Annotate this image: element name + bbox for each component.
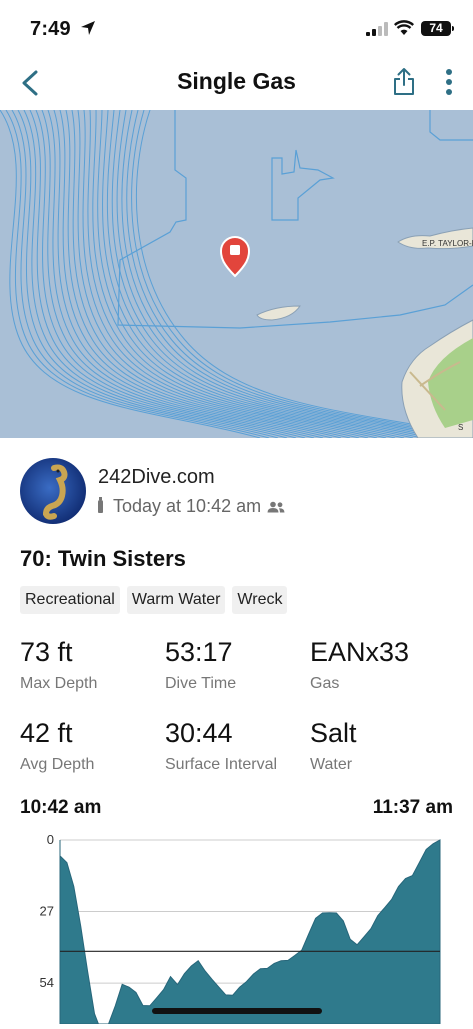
nav-bar: Single Gas <box>0 56 473 110</box>
map-place-label: E.P. TAYLOR-D <box>422 239 473 248</box>
stat-value: EANx33 <box>310 637 410 667</box>
location-arrow-icon <box>81 21 95 35</box>
profile-end-time: 11:37 am <box>372 797 453 818</box>
dive-date: Today at 10:42 am <box>113 496 262 516</box>
stat-value: Salt <box>310 718 357 748</box>
y-tick-label: 54 <box>40 975 54 990</box>
dive-title: 70: Twin Sisters <box>20 546 186 571</box>
avatar[interactable] <box>20 458 86 524</box>
buddies-icon <box>267 501 285 513</box>
tag-wreck[interactable]: Wreck <box>232 586 288 614</box>
wifi-icon <box>394 20 414 35</box>
stat-label: Max Depth <box>20 675 98 692</box>
dive-site-map[interactable]: E.P. TAYLOR-D S <box>0 110 473 438</box>
tag-recreational[interactable]: Recreational <box>20 586 120 614</box>
home-indicator <box>152 1008 322 1014</box>
stat-value: 73 ft <box>20 637 73 667</box>
status-time: 7:49 <box>30 18 71 40</box>
depth-profile-chart[interactable]: 0 27 54 <box>0 826 473 1029</box>
island-small <box>256 305 301 321</box>
y-tick-label: 27 <box>40 904 54 919</box>
stat-water: Salt Water <box>310 718 357 774</box>
stat-surface-interval: 30:44 Surface Interval <box>165 718 277 774</box>
contour-line <box>111 110 441 438</box>
more-options-icon[interactable] <box>444 68 454 96</box>
stat-gas: EANx33 Gas <box>310 637 409 693</box>
stat-dive-time: 53:17 Dive Time <box>165 637 236 693</box>
stat-value: 30:44 <box>165 718 233 748</box>
depth-area <box>59 839 441 1029</box>
stat-value: 53:17 <box>165 637 233 667</box>
stat-label: Dive Time <box>165 675 237 692</box>
stat-label: Gas <box>310 675 340 692</box>
profile-start-time: 10:42 am <box>20 797 102 818</box>
stat-avg-depth: 42 ft Avg Depth <box>20 718 94 774</box>
contour-line <box>102 110 423 438</box>
y-tick-label: 0 <box>47 832 54 847</box>
map-corner-label: S <box>458 423 463 432</box>
stat-max-depth: 73 ft Max Depth <box>20 637 97 693</box>
battery-tip <box>452 26 454 31</box>
stat-value: 42 ft <box>20 718 73 748</box>
reef-outline-3 <box>429 110 473 141</box>
stat-label: Water <box>310 756 353 773</box>
contour-line <box>106 110 432 438</box>
dive-tags: Recreational Warm Water Wreck <box>20 586 288 614</box>
gas-bottle-icon <box>98 497 103 513</box>
reef-outline-2 <box>271 149 335 221</box>
location-pin-icon[interactable] <box>219 236 251 278</box>
battery-icon: 74 <box>421 21 451 36</box>
share-icon[interactable] <box>392 66 416 96</box>
dive-date-row: Today at 10:42 am <box>98 496 285 517</box>
status-bar: 7:49 74 <box>0 0 473 56</box>
stat-label: Surface Interval <box>165 756 278 773</box>
dive-center-name[interactable]: 242Dive.com <box>98 466 215 489</box>
reef-outline <box>117 110 473 329</box>
cellular-signal-icon <box>366 22 388 36</box>
tag-warm-water[interactable]: Warm Water <box>126 586 226 614</box>
stat-label: Avg Depth <box>20 756 95 773</box>
